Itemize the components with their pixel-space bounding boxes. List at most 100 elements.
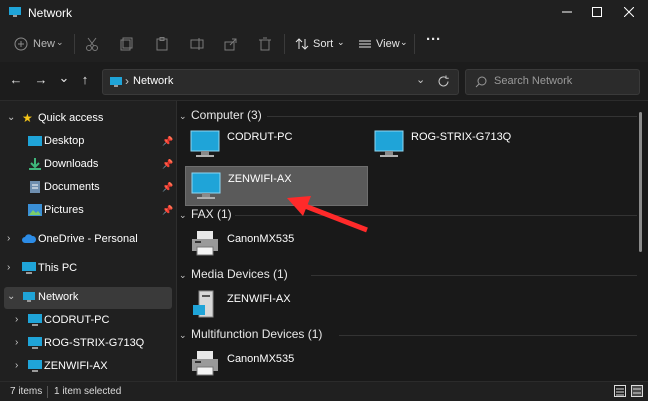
sort-label: Sort [313, 38, 334, 50]
maximize-button[interactable] [582, 2, 612, 22]
minimize-button[interactable] [552, 2, 582, 22]
item-label: ZENWIFI-AX [228, 173, 292, 185]
sidebar-item-zenwifi[interactable]: › ZENWIFI-AX [0, 356, 176, 378]
pin-icon: 📌 [162, 205, 174, 215]
sidebar-item-codrut-pc[interactable]: › CODRUT-PC [0, 310, 176, 332]
navigation-pane: ⌄ ★ Quick access Desktop 📌 Downloads 📌 D… [0, 101, 176, 381]
chevron-down-icon: ⌄ [337, 37, 345, 47]
sidebar-item-desktop[interactable]: Desktop 📌 [0, 131, 176, 153]
window-title: Network [28, 6, 73, 20]
sidebar-item-label: ROG-STRIX-G713Q [44, 337, 145, 349]
cloud-icon [22, 234, 36, 243]
view-label: View [376, 38, 400, 50]
scrollbar[interactable] [639, 112, 642, 252]
new-label: New [33, 38, 56, 50]
toolbar-divider [284, 34, 285, 54]
chevron-down-icon[interactable]: ⌄ [7, 112, 15, 123]
item-label: CanonMX535 [227, 353, 295, 365]
chevron-right-icon[interactable]: › [15, 360, 18, 371]
see-more-button[interactable]: ··· [426, 31, 441, 51]
sidebar-item-label: Desktop [44, 135, 85, 147]
sidebar-item-label: Pictures [44, 204, 84, 216]
chevron-down-icon[interactable]: ⌄ [179, 330, 191, 341]
network-icon [23, 292, 35, 302]
list-item[interactable]: CODRUT-PC [185, 126, 365, 162]
view-icon [359, 40, 371, 48]
chevron-down-icon: ⌄ [400, 37, 408, 47]
chevron-down-icon: ⌄ [56, 37, 64, 47]
pictures-icon [28, 204, 42, 216]
chevron-right-icon[interactable]: › [15, 337, 18, 348]
search-placeholder: Search Network [494, 75, 573, 87]
downloads-icon [29, 158, 41, 170]
annotation-arrow [287, 196, 368, 233]
group-divider [339, 335, 637, 336]
computer-icon [374, 130, 404, 157]
command-bar: New ⌄ Sort ⌄ View ⌄ ··· [0, 26, 648, 62]
group-divider [311, 275, 637, 276]
sidebar-item-downloads[interactable]: Downloads 📌 [0, 154, 176, 176]
status-bar: 7 items 1 item selected [0, 381, 648, 401]
sidebar-item-onedrive[interactable]: › OneDrive - Personal [0, 229, 176, 251]
item-label: ZENWIFI-AX [227, 293, 291, 305]
item-label: CODRUT-PC [227, 131, 293, 143]
delete-icon[interactable] [258, 37, 272, 57]
network-icon [110, 77, 122, 87]
list-item[interactable]: CanonMX535 [185, 345, 365, 381]
group-header-label: FAX (1) [191, 207, 232, 221]
group-header-label: Computer (3) [191, 108, 262, 122]
details-view-icon[interactable] [614, 385, 626, 397]
sidebar-item-quick-access[interactable]: ⌄ ★ Quick access [0, 108, 176, 130]
group-header-media-devices[interactable]: ⌄ Media Devices (1) [179, 267, 288, 281]
paste-icon[interactable] [155, 37, 169, 57]
group-header-multifunction-devices[interactable]: ⌄ Multifunction Devices (1) [179, 327, 322, 341]
list-item[interactable]: ROG-STRIX-G713Q [369, 126, 549, 162]
group-header-computer[interactable]: ⌄ Computer (3) [179, 108, 262, 122]
chevron-down-icon[interactable]: ⌄ [179, 111, 191, 122]
search-input[interactable]: Search Network [465, 69, 640, 95]
chevron-down-icon[interactable]: ⌄ [7, 291, 15, 302]
chevron-down-icon[interactable]: ⌄ [179, 270, 191, 281]
group-header-label: Multifunction Devices (1) [191, 327, 323, 341]
rename-icon[interactable] [190, 37, 204, 57]
copy-icon[interactable] [120, 37, 134, 57]
cut-icon[interactable] [85, 37, 99, 57]
breadcrumb-network[interactable]: Network [133, 75, 173, 87]
refresh-icon[interactable] [437, 75, 450, 88]
documents-icon [30, 181, 40, 193]
star-icon: ★ [22, 111, 33, 125]
back-button[interactable]: ← [8, 72, 24, 88]
file-list: ⌄ Computer (3) CODRUT-PC ROG-STRIX-G713Q … [177, 101, 648, 381]
sidebar-item-network[interactable]: ⌄ Network [4, 287, 172, 309]
tiles-view-icon[interactable] [631, 385, 643, 397]
chevron-down-icon[interactable]: ⌄ [179, 210, 191, 221]
list-item[interactable]: ZENWIFI-AX [185, 285, 365, 321]
printer-icon [192, 231, 218, 256]
computer-icon [28, 360, 42, 372]
pin-icon: 📌 [162, 159, 174, 169]
sidebar-item-pictures[interactable]: Pictures 📌 [0, 200, 176, 222]
chevron-right-icon[interactable]: › [7, 233, 10, 244]
item-label: ROG-STRIX-G713Q [411, 131, 512, 143]
status-divider [47, 386, 48, 398]
address-bar[interactable]: › Network ⌄ [102, 69, 459, 95]
item-count: 7 items [10, 386, 43, 397]
sidebar-item-this-pc[interactable]: › This PC [0, 258, 176, 280]
share-icon[interactable] [224, 37, 238, 57]
sidebar-item-label: Downloads [44, 158, 99, 170]
sidebar-item-rog-strix[interactable]: › ROG-STRIX-G713Q [0, 333, 176, 355]
recent-locations-button[interactable]: ⌄ [56, 70, 72, 86]
close-button[interactable] [614, 2, 644, 22]
up-button[interactable]: ↑ [77, 72, 93, 88]
chevron-down-icon[interactable]: ⌄ [416, 73, 425, 86]
sidebar-item-label: Quick access [38, 112, 104, 124]
breadcrumb-separator: › [125, 74, 129, 88]
group-header-fax[interactable]: ⌄ FAX (1) [179, 207, 232, 221]
forward-button[interactable]: → [33, 72, 49, 88]
chevron-right-icon[interactable]: › [7, 262, 10, 273]
pin-icon: 📌 [162, 182, 174, 192]
sidebar-item-documents[interactable]: Documents 📌 [0, 177, 176, 199]
computer-icon [190, 130, 220, 157]
chevron-right-icon[interactable]: › [15, 314, 18, 325]
sidebar-item-label: Network [38, 291, 79, 303]
